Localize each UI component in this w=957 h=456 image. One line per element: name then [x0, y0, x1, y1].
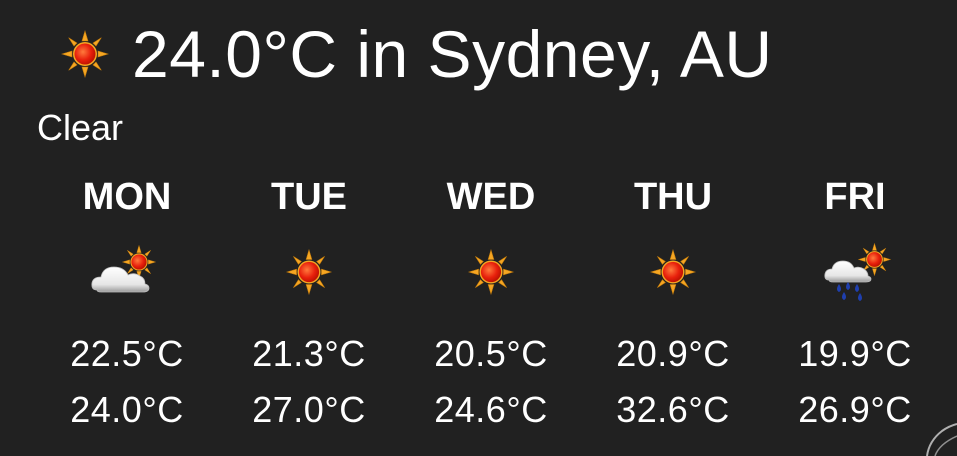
resize-handle-icon[interactable] — [887, 396, 957, 456]
sun-icon — [650, 249, 696, 295]
temp-low: 21.3°C — [252, 333, 366, 374]
day-name: MON — [82, 176, 172, 218]
temp-low: 22.5°C — [70, 333, 184, 374]
day-name: WED — [446, 176, 536, 218]
temp-high: 24.0°C — [70, 389, 184, 430]
temp-high: 24.6°C — [434, 389, 548, 430]
temp-high: 32.6°C — [616, 389, 730, 430]
weather-widget: 24.0°C in Sydney, AU Clear MON 22.5°C 24… — [0, 0, 957, 456]
rain-sun-icon — [824, 243, 891, 301]
day-name: TUE — [271, 176, 347, 218]
forecast-day: MON 22.5°C 24.0°C — [36, 172, 218, 438]
sun-icon — [286, 249, 332, 295]
forecast-row: MON 22.5°C 24.0°C TUE 21.3°C 27.0°C WED … — [36, 172, 948, 438]
temp-low: 19.9°C — [798, 333, 912, 374]
forecast-day: TUE 21.3°C 27.0°C — [218, 172, 400, 438]
day-name: FRI — [824, 176, 886, 218]
day-name: THU — [633, 176, 713, 218]
partly-cloudy-icon — [91, 245, 156, 293]
current-weather-title: 24.0°C in Sydney, AU — [132, 17, 773, 91]
temp-low: 20.9°C — [616, 333, 730, 374]
current-condition: Clear — [37, 107, 124, 148]
forecast-day: THU 20.9°C 32.6°C — [582, 172, 764, 438]
header: 24.0°C in Sydney, AU — [60, 14, 773, 94]
temp-high: 27.0°C — [252, 389, 366, 430]
sun-icon — [61, 30, 109, 78]
temp-low: 20.5°C — [434, 333, 548, 374]
forecast-day: WED 20.5°C 24.6°C — [400, 172, 582, 438]
sun-icon — [468, 249, 514, 295]
